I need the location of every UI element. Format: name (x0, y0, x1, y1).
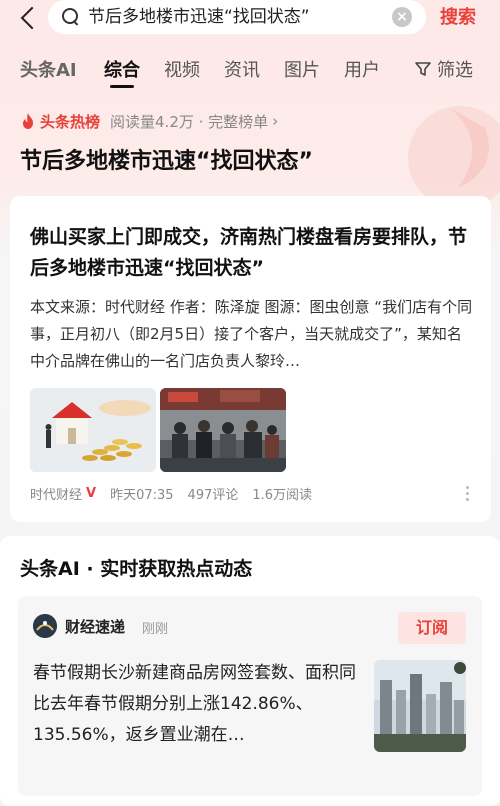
verified-badge: V (86, 486, 97, 501)
search-icon (62, 8, 78, 24)
subscribe-button[interactable]: 订阅 (398, 612, 466, 644)
hot-list-row[interactable]: 头条热榜 阅读量4.2万 · 完整榜单 › (20, 110, 278, 132)
ai-news-thumbnail[interactable] (374, 660, 466, 752)
hot-topic-title[interactable]: 节后多地楼市迅速“找回状态” (20, 143, 313, 175)
top-bar: 节后多地楼市迅速“找回状态” × 搜索 (0, 0, 500, 40)
article-thumbnail-crowd[interactable] (160, 388, 286, 472)
tab-news[interactable]: 资讯 (224, 56, 260, 82)
tab-filter[interactable]: 筛选 (437, 56, 473, 82)
article-thumbnail-house[interactable] (30, 388, 156, 472)
hot-decoration (408, 106, 500, 208)
article-source[interactable]: 时代财经 (30, 484, 82, 503)
article-comments: 497评论 (187, 488, 239, 503)
avatar-icon[interactable] (33, 614, 57, 638)
search-input[interactable]: 节后多地楼市迅速“找回状态” (88, 5, 388, 29)
hot-list-brand: 头条热榜 (40, 112, 101, 131)
ai-news-card[interactable]: 财经速递 刚刚 订阅 春节假期长沙新建商品房网签套数、面积同比去年春节假期分别上… (18, 596, 482, 796)
tab-images[interactable]: 图片 (284, 56, 320, 82)
hot-list-meta: 阅读量4.2万 · 完整榜单 (110, 112, 269, 131)
article-meta: 时代财经 V 昨天07:35 497评论 1.6万阅读 (30, 484, 326, 503)
tab-video[interactable]: 视频 (164, 56, 200, 82)
chevron-right-icon: › (272, 112, 279, 130)
search-box[interactable]: 节后多地楼市迅速“找回状态” × (48, 0, 426, 34)
back-arrow-icon[interactable] (14, 4, 44, 34)
tab-toutiao-ai[interactable]: 头条AI (20, 56, 77, 82)
article-reads: 1.6万阅读 (252, 488, 313, 503)
search-button[interactable]: 搜索 (440, 3, 476, 29)
article-title[interactable]: 佛山买家上门即成交，济南热门楼盘看房要排队，节后多地楼市迅速“找回状态” (30, 222, 475, 284)
article-card[interactable]: 佛山买家上门即成交，济南热门楼盘看房要排队，节后多地楼市迅速“找回状态” 本文来… (10, 196, 491, 522)
ai-source-time: 刚刚 (142, 622, 169, 637)
filter-icon[interactable] (414, 60, 432, 76)
tab-general[interactable]: 综合 (104, 56, 140, 82)
more-icon[interactable] (466, 486, 470, 502)
ai-source-name[interactable]: 财经速递 (65, 616, 125, 637)
ai-section: 头条AI · 实时获取热点动态 财经速递 刚刚 订阅 春节假期长沙新建商品房网签… (0, 536, 500, 806)
tab-users[interactable]: 用户 (344, 56, 380, 82)
fire-icon (23, 113, 33, 129)
article-time: 昨天07:35 (110, 488, 174, 503)
search-tabs: 头条AI 综合 视频 资讯 图片 用户 筛选 (0, 52, 500, 92)
ai-news-text[interactable]: 春节假期长沙新建商品房网签套数、面积同比去年春节假期分别上涨142.86%、13… (33, 658, 363, 751)
ai-section-header: 头条AI · 实时获取热点动态 (20, 558, 253, 580)
article-summary: 本文来源：时代财经 作者：陈泽旋 图源：图虫创意 “我们店有个同事，正月初八（即… (30, 298, 473, 370)
active-tab-indicator (110, 85, 134, 88)
clear-icon[interactable]: × (392, 7, 412, 27)
